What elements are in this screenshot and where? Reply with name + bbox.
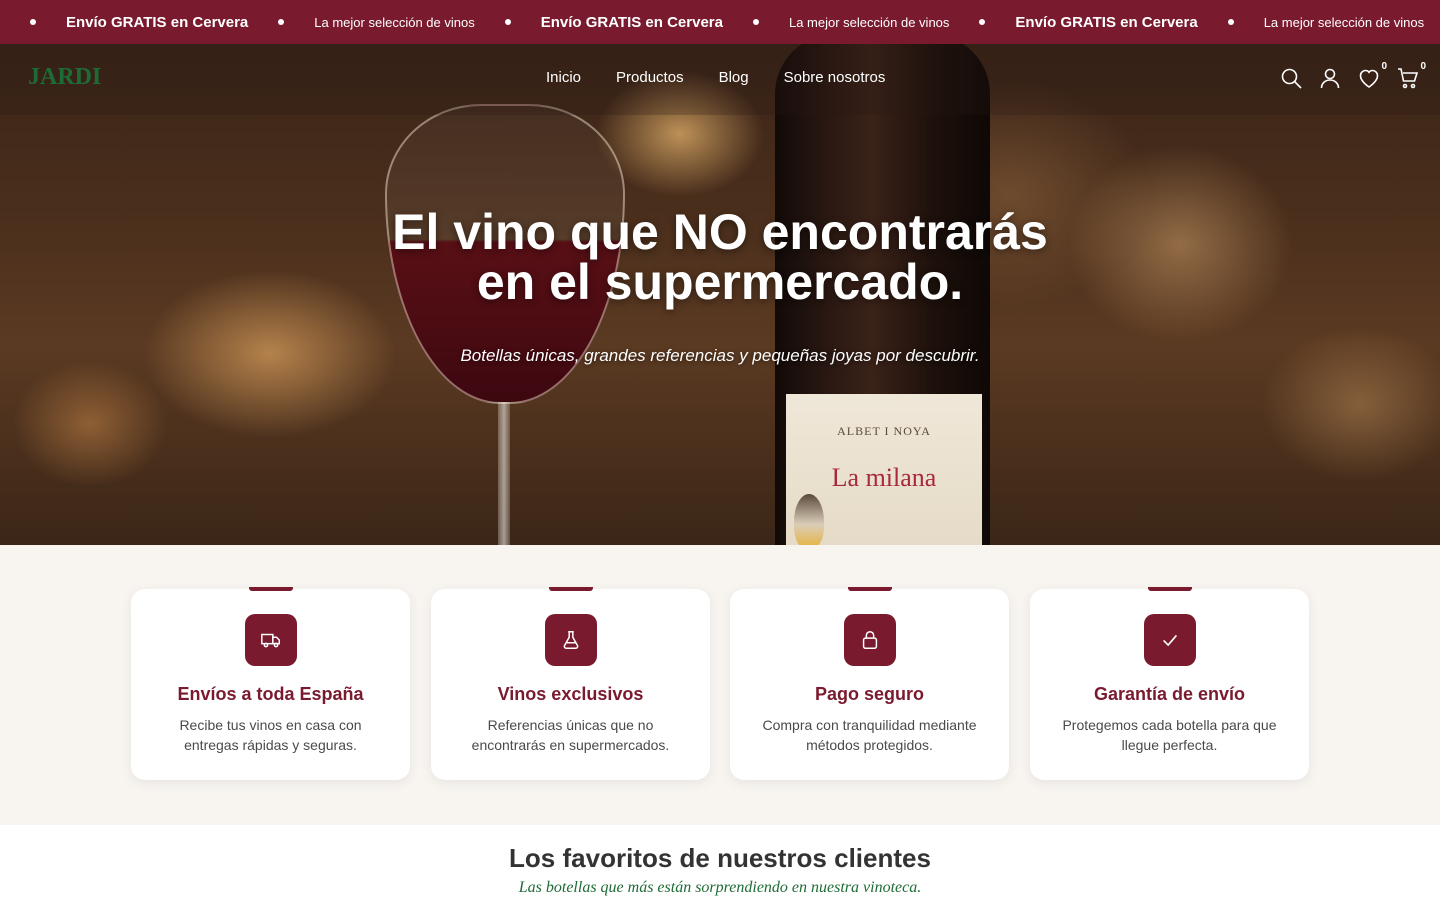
bottle-label: ALBET I NOYA La milana — [786, 394, 982, 545]
feature-text: Compra con tranquilidad mediante métodos… — [762, 717, 977, 753]
cart-count: 0 — [1420, 61, 1426, 72]
features-section: Envíos a toda España Recibe tus vinos en… — [0, 545, 1440, 825]
favorites-title: Los favoritos de nuestros clientes — [509, 843, 931, 873]
lock-icon — [859, 629, 881, 651]
feature-title: Garantía de envío — [1093, 684, 1246, 704]
bullet-dot — [30, 19, 36, 25]
card-accent — [249, 587, 293, 591]
favorites-subtitle: Las botellas que más están sorprendiendo… — [518, 879, 922, 896]
hero-title-line: El vino que NO encontrarás — [392, 204, 1048, 260]
announcement-item: Envío GRATIS en Cervera — [540, 13, 723, 31]
bird-illustration — [794, 494, 824, 545]
feature-text: Recibe tus vinos en casa con entregas rá… — [179, 717, 362, 753]
bottle-brand: ALBET I NOYA — [837, 424, 931, 438]
cart-icon[interactable]: 0 — [1396, 61, 1426, 90]
card-accent — [1148, 587, 1192, 591]
heart-icon[interactable]: 0 — [1357, 61, 1387, 90]
hero-banner: ALBET I NOYA La milana El vino que NO en… — [0, 44, 1440, 545]
wine-glass-stem — [498, 402, 510, 545]
feature-card: Garantía de envío Protegemos cada botell… — [1030, 587, 1309, 780]
announcement-bar: Envío GRATIS en Cervera La mejor selecci… — [0, 0, 1440, 44]
logo[interactable]: JARDI — [28, 64, 101, 91]
feature-icon-box — [245, 614, 297, 666]
announcement-track: Envío GRATIS en Cervera La mejor selecci… — [0, 14, 1440, 31]
header-icons: 0 0 — [1264, 61, 1426, 90]
bullet-dot — [278, 19, 285, 25]
feature-icon-box — [545, 614, 597, 666]
nav-productos[interactable]: Productos — [616, 69, 684, 86]
check-icon — [1159, 629, 1181, 651]
feature-title: Vinos exclusivos — [497, 684, 644, 704]
nav-inicio[interactable]: Inicio — [546, 69, 581, 86]
main-nav: Inicio Productos Blog Sobre nosotros — [546, 69, 920, 86]
truck-icon — [260, 629, 282, 651]
announcement-item: Envío GRATIS en Cervera — [1015, 13, 1198, 31]
feature-icon-box — [1144, 614, 1196, 666]
feature-icon-box — [844, 614, 896, 666]
announcement-item: Envío GRATIS en Cervera — [66, 13, 249, 31]
bottle-name: La milana — [831, 463, 937, 492]
feature-title: Envíos a toda España — [177, 684, 364, 704]
flask-icon — [560, 629, 582, 651]
site-header: JARDI Inicio Productos Blog Sobre nosotr… — [0, 44, 1440, 115]
bullet-dot — [504, 19, 511, 25]
announcement-item: La mejor selección de vinos — [788, 14, 950, 30]
bullet-dot — [752, 19, 759, 25]
nav-blog[interactable]: Blog — [719, 69, 749, 86]
card-accent — [549, 587, 593, 591]
feature-card: Pago seguro Compra con tranquilidad medi… — [730, 587, 1009, 780]
wishlist-count: 0 — [1381, 61, 1387, 72]
bullet-dot — [979, 19, 986, 25]
feature-text: Protegemos cada botella para que llegue … — [1062, 717, 1277, 753]
hero-title: El vino que NO encontrarás en el superme… — [0, 207, 1440, 307]
announcement-item: La mejor selección de vinos — [314, 14, 475, 30]
search-icon[interactable] — [1279, 66, 1303, 90]
feature-card: Vinos exclusivos Referencias únicas que … — [431, 587, 710, 780]
feature-text: Referencias únicas que no encontrarás en… — [471, 717, 670, 753]
user-icon[interactable] — [1318, 66, 1342, 90]
hero-title-line: en el supermercado. — [476, 254, 964, 310]
announcement-item: La mejor selección de vinos — [1263, 14, 1425, 30]
feature-title: Pago seguro — [814, 684, 925, 704]
nav-sobre-nosotros[interactable]: Sobre nosotros — [784, 69, 886, 86]
bullet-dot — [1227, 19, 1234, 25]
hero-subtitle: Botellas únicas, grandes referencias y p… — [460, 346, 980, 365]
feature-card: Envíos a toda España Recibe tus vinos en… — [131, 587, 410, 780]
card-accent — [848, 587, 892, 591]
